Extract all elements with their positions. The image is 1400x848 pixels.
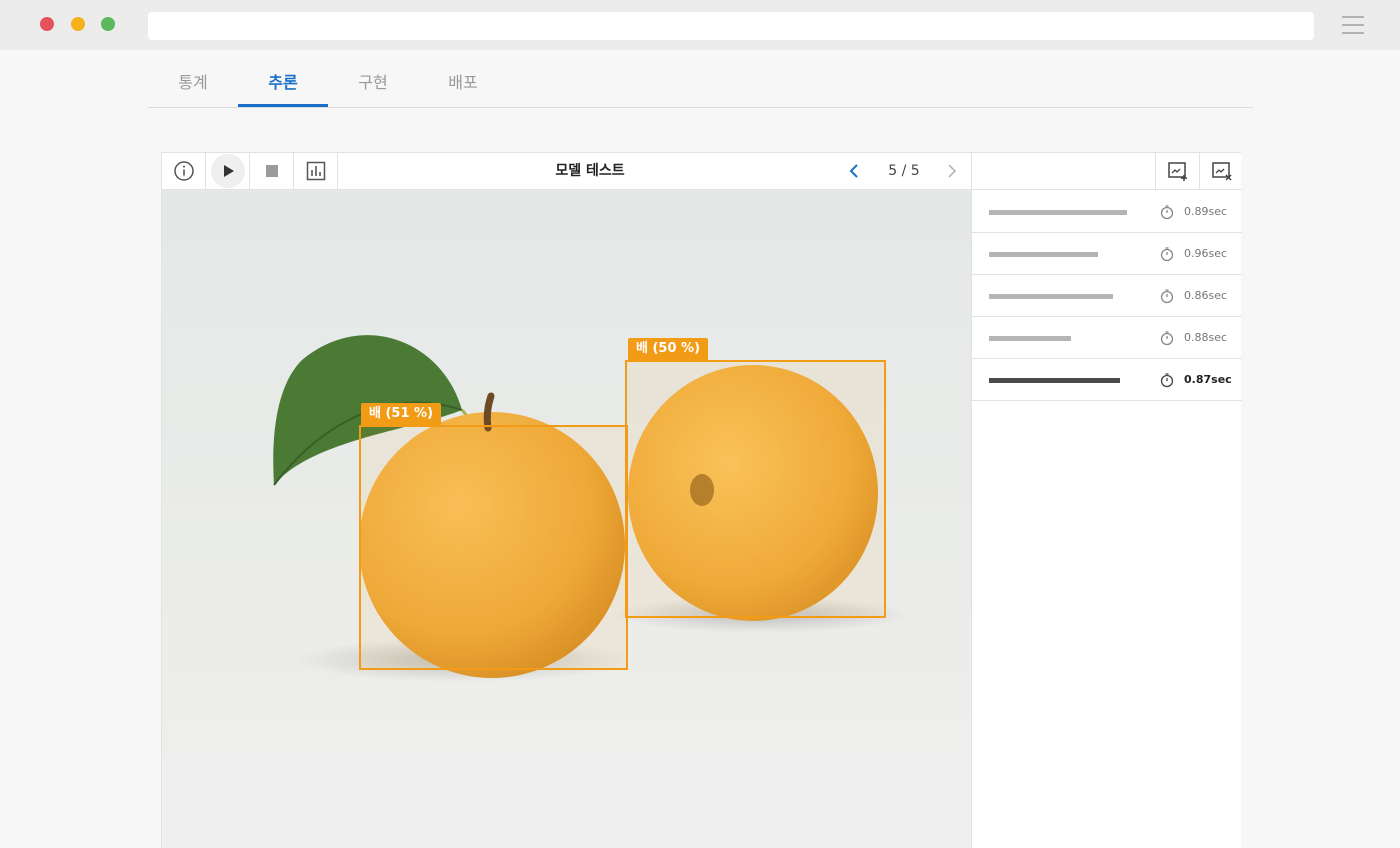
inference-time: 0.87sec bbox=[1184, 373, 1232, 386]
image-remove-icon bbox=[1211, 162, 1232, 181]
image-add-icon bbox=[1167, 162, 1187, 181]
viewer-title: 모델 테스트 bbox=[555, 163, 625, 179]
next-button[interactable] bbox=[942, 161, 962, 181]
detection-label-1: 배 (51 %) bbox=[361, 403, 442, 425]
result-row-3[interactable]: 0.86sec bbox=[972, 275, 1242, 317]
tab-deploy[interactable]: 배포 bbox=[418, 58, 508, 107]
timer-icon bbox=[1160, 373, 1174, 388]
previous-button[interactable] bbox=[844, 161, 864, 181]
timer-icon bbox=[1160, 289, 1174, 304]
inference-panel: 모델 테스트 5 / 5 배 (51 %) 배 (50 %) 0.89sec 0… bbox=[161, 152, 1242, 848]
maximize-window-button[interactable] bbox=[101, 17, 115, 31]
chevron-right-icon bbox=[948, 164, 957, 178]
timer-icon bbox=[1160, 331, 1174, 346]
window-titlebar bbox=[0, 0, 1400, 50]
inference-time: 0.86sec bbox=[1184, 289, 1228, 302]
close-window-button[interactable] bbox=[40, 17, 54, 31]
info-icon bbox=[173, 161, 194, 181]
hamburger-menu-icon[interactable] bbox=[1342, 16, 1364, 34]
minimize-window-button[interactable] bbox=[71, 17, 85, 31]
result-row-1[interactable]: 0.89sec bbox=[972, 191, 1242, 233]
duration-bar bbox=[989, 210, 1127, 215]
detection-box-1[interactable] bbox=[359, 425, 628, 670]
timer-icon bbox=[1160, 247, 1174, 262]
duration-bar bbox=[989, 378, 1120, 383]
duration-bar bbox=[989, 294, 1113, 299]
results-panel-header bbox=[972, 153, 1242, 190]
chevron-left-icon bbox=[849, 164, 858, 178]
stop-icon bbox=[265, 165, 278, 177]
image-viewer: 배 (51 %) 배 (50 %) bbox=[162, 190, 971, 755]
play-button[interactable] bbox=[206, 153, 250, 189]
chart-icon bbox=[306, 161, 325, 181]
result-row-4[interactable]: 0.88sec bbox=[972, 317, 1242, 359]
info-button[interactable] bbox=[162, 153, 206, 189]
page-indicator: 5 / 5 bbox=[888, 163, 920, 179]
viewer-footer-area bbox=[162, 755, 971, 848]
remove-image-button[interactable] bbox=[1199, 153, 1243, 189]
tab-statistics[interactable]: 통계 bbox=[148, 58, 238, 107]
duration-bar bbox=[989, 252, 1098, 257]
detection-box-2[interactable] bbox=[625, 360, 886, 618]
inference-time: 0.89sec bbox=[1184, 205, 1228, 218]
add-image-button[interactable] bbox=[1155, 153, 1199, 189]
timer-icon bbox=[1160, 205, 1174, 220]
tab-inference[interactable]: 추론 bbox=[238, 58, 328, 107]
result-row-2[interactable]: 0.96sec bbox=[972, 233, 1242, 275]
result-row-5[interactable]: 0.87sec bbox=[972, 359, 1242, 401]
address-bar[interactable] bbox=[148, 12, 1314, 40]
inference-time: 0.88sec bbox=[1184, 331, 1228, 344]
inference-time: 0.96sec bbox=[1184, 247, 1228, 260]
duration-bar bbox=[989, 336, 1071, 341]
chart-button[interactable] bbox=[294, 153, 338, 189]
main-tabs: 통계 추론 구현 배포 bbox=[148, 58, 1253, 108]
play-icon bbox=[223, 165, 234, 177]
stop-button[interactable] bbox=[250, 153, 294, 189]
results-panel: 0.89sec 0.96sec 0.86sec 0.88sec 0.87sec bbox=[971, 153, 1242, 848]
viewer-toolbar: 모델 테스트 5 / 5 bbox=[162, 153, 972, 190]
detection-label-2: 배 (50 %) bbox=[628, 338, 709, 360]
tab-implementation[interactable]: 구현 bbox=[328, 58, 418, 107]
